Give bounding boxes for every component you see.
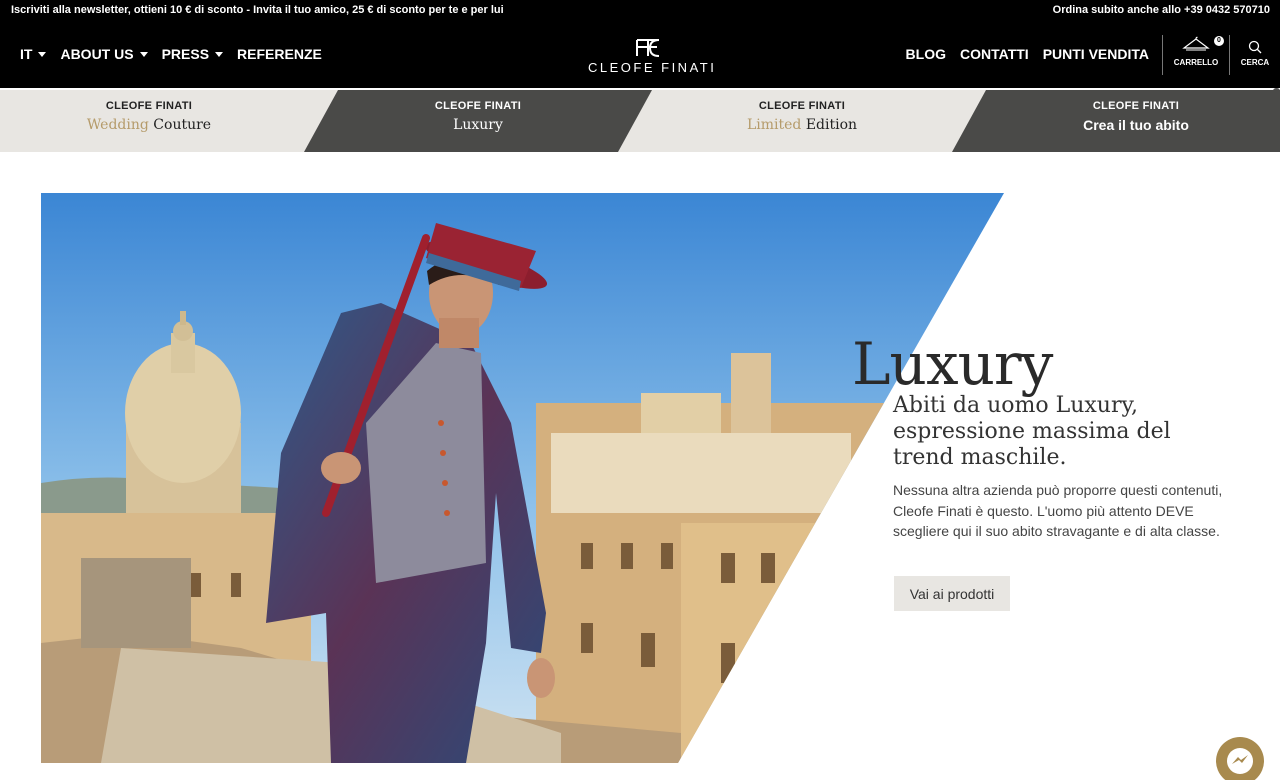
category-title: Limited Edition (694, 117, 910, 133)
nav-divider (1162, 35, 1163, 75)
category-rest: Edition (805, 117, 858, 133)
chevron-down-icon (215, 51, 224, 57)
hero-title: Luxury (852, 330, 1053, 398)
hero-subtitle: Abiti da uomo Luxury, espressione massim… (893, 393, 1171, 470)
nav-left: IT ABOUT US PRESS REFERENZE (20, 20, 322, 88)
category-brand: CLEOFE FINATI (105, 100, 193, 112)
nav-item-press[interactable]: PRESS (161, 46, 224, 62)
category-brand: CLEOFE FINATI (434, 100, 522, 112)
category-wedding-couture[interactable]: CLEOFE FINATI Wedding Couture (40, 90, 258, 152)
category-brand: CLEOFE FINATI (758, 100, 846, 112)
category-title: Luxury (453, 117, 503, 133)
nav-item-label: ABOUT US (60, 46, 134, 62)
nav-item-language[interactable]: IT (20, 46, 47, 62)
nav-item-punti-vendita[interactable]: PUNTI VENDITA (1043, 46, 1149, 62)
logo-monogram-icon (636, 39, 660, 57)
search-label: CERCA (1240, 58, 1270, 67)
brand-logo[interactable]: CLEOFE FINATI (588, 38, 717, 75)
category-strip: CLEOFE FINATI Wedding Couture CLEOFE FIN… (0, 90, 1280, 152)
messenger-chat-button[interactable] (1216, 737, 1264, 780)
hanger-icon (1182, 36, 1210, 51)
hero-body: Nessuna altra azienda può proporre quest… (893, 482, 1223, 539)
nav-item-contatti[interactable]: CONTATTI (960, 46, 1029, 62)
category-rest: Couture (153, 117, 212, 133)
search-icon (1248, 40, 1262, 54)
category-title: Crea il tuo abito (1083, 117, 1189, 133)
phone-text[interactable]: Ordina subito anche allo +39 0432 570710 (1053, 4, 1270, 16)
cart-button[interactable]: 0 CARRELLO (1170, 36, 1224, 67)
view-products-button[interactable]: Vai ai prodotti (894, 576, 1010, 611)
search-button[interactable]: CERCA (1238, 40, 1272, 67)
nav-item-label: PRESS (161, 46, 210, 62)
chevron-down-icon (38, 51, 47, 57)
nav-item-label: IT (20, 46, 33, 62)
category-title: Wedding Couture (40, 117, 258, 133)
hero-image (41, 193, 1004, 763)
category-accent: Wedding (86, 117, 149, 133)
category-limited-edition[interactable]: CLEOFE FINATI Limited Edition (694, 90, 910, 152)
cart-label: CARRELLO (1173, 58, 1219, 67)
nav-right: BLOG CONTATTI PUNTI VENDITA (906, 20, 1149, 88)
nav-item-about-us[interactable]: ABOUT US (60, 46, 148, 62)
category-brand: CLEOFE FINATI (1092, 100, 1180, 112)
nav-item-referenze[interactable]: REFERENZE (237, 46, 322, 62)
promo-text[interactable]: Iscriviti alla newsletter, ottieni 10 € … (11, 4, 504, 16)
promo-bar: Iscriviti alla newsletter, ottieni 10 € … (0, 0, 1280, 20)
chevron-down-icon (139, 51, 148, 57)
category-luxury[interactable]: CLEOFE FINATI Luxury (370, 90, 586, 152)
nav-divider (1229, 35, 1230, 75)
logo-text: CLEOFE FINATI (588, 60, 717, 75)
category-crea-il-tuo-abito[interactable]: CLEOFE FINATI Crea il tuo abito (1028, 90, 1244, 152)
cart-count-badge: 0 (1214, 36, 1224, 46)
nav-item-blog[interactable]: BLOG (906, 46, 946, 62)
main-nav: IT ABOUT US PRESS REFERENZE CLEOFE FINAT… (0, 20, 1280, 90)
category-accent: Limited (746, 117, 802, 133)
messenger-icon (1227, 748, 1253, 774)
nav-item-label: REFERENZE (237, 46, 322, 62)
